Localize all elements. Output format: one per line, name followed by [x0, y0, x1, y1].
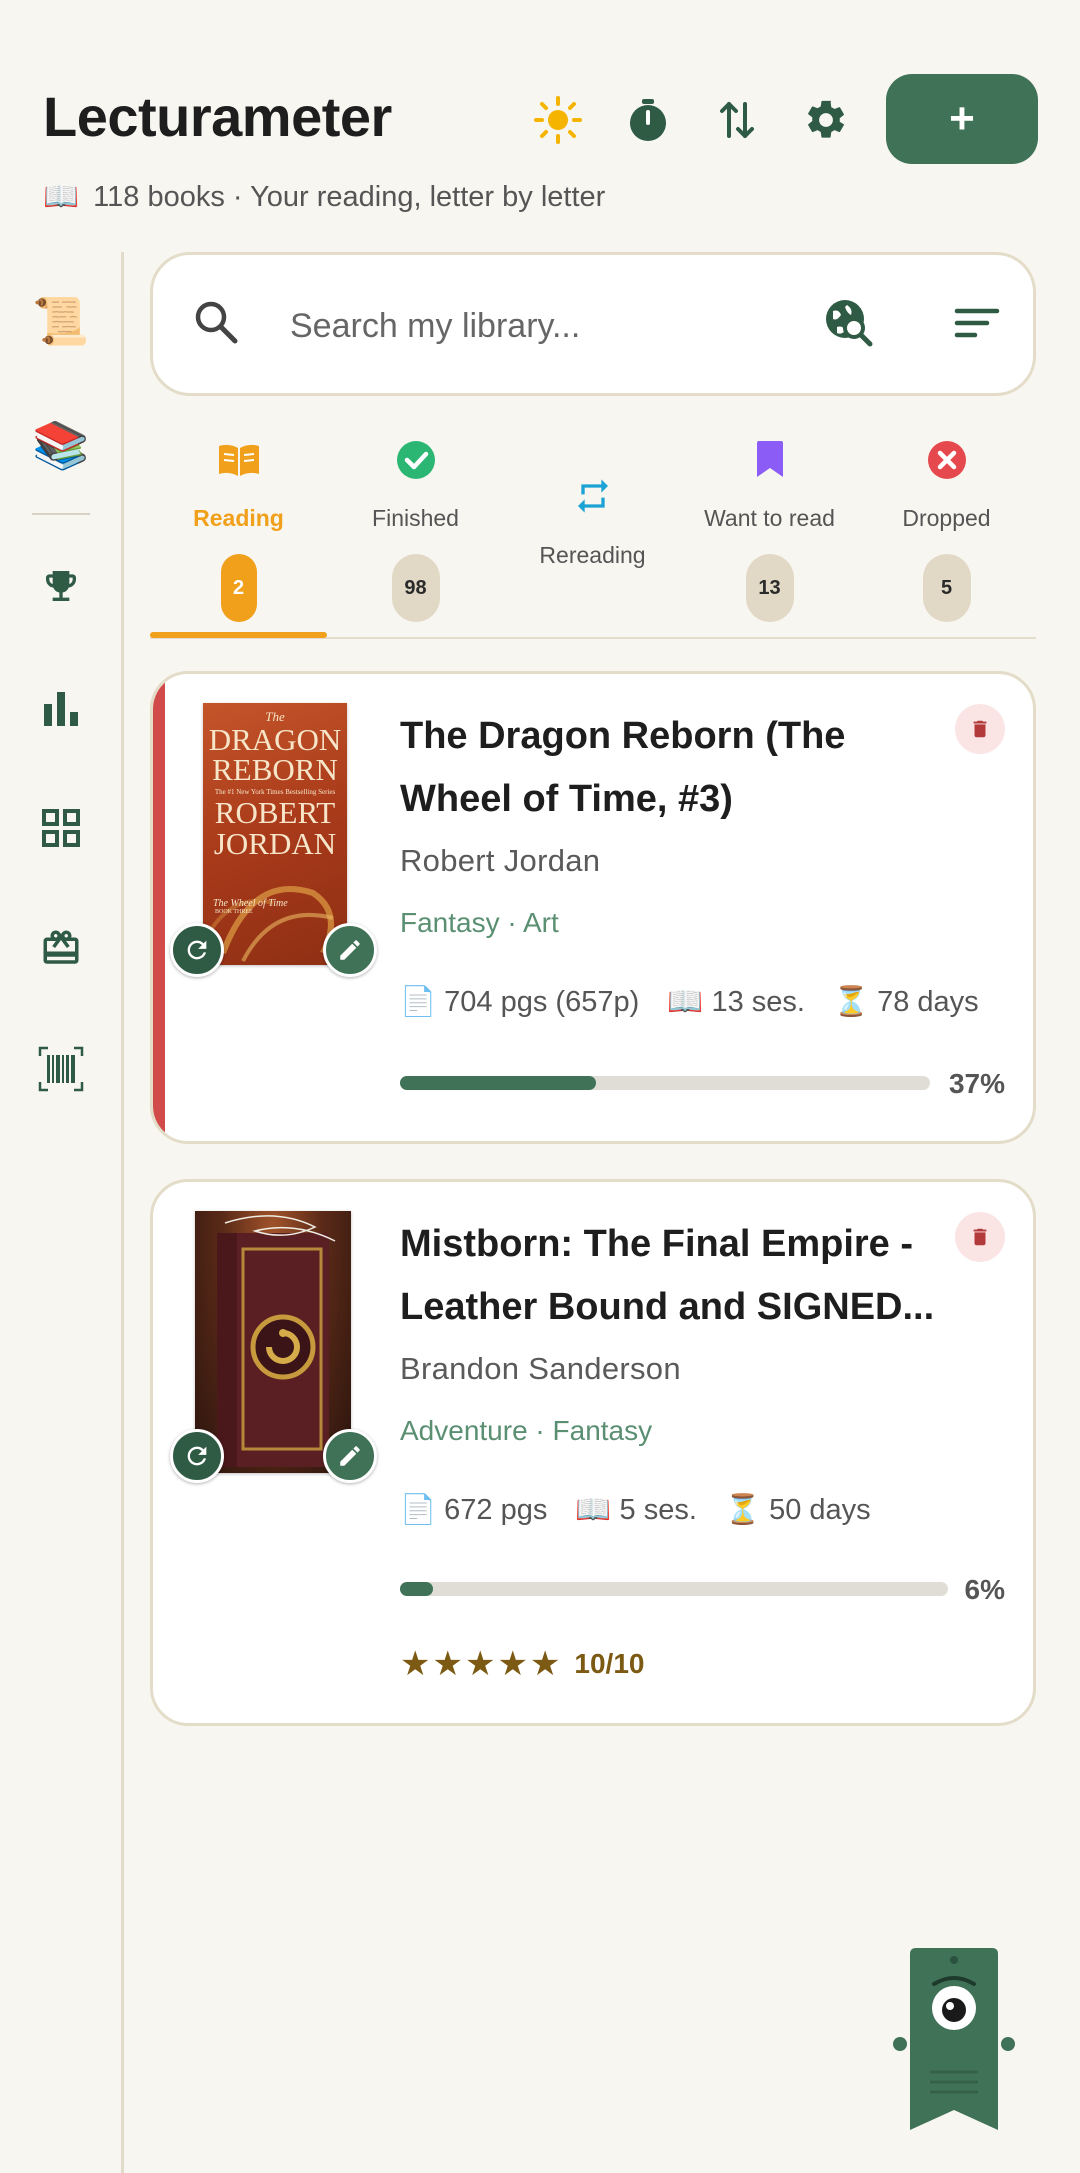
- tab-reading-count: 2: [220, 554, 257, 622]
- sessions-stat: 📖 13 ses.: [667, 986, 805, 1018]
- book-title: Mistborn: The Final Empire - Leather Bou…: [400, 1213, 940, 1339]
- rating-score: 10/10: [574, 1648, 645, 1679]
- sessions-value: 5 ses.: [619, 1494, 697, 1526]
- progress-percent: 6%: [964, 1574, 1005, 1605]
- reading-accent-bar: [153, 674, 165, 1141]
- theme-sun-icon[interactable]: [530, 92, 586, 148]
- book-cover[interactable]: [195, 1211, 351, 1473]
- tab-rereading-label: Rereading: [539, 542, 646, 568]
- sessions-value: 13 ses.: [711, 986, 805, 1018]
- sidebar-divider: [121, 252, 124, 2173]
- cancel-circle-icon: [927, 440, 967, 485]
- search-icon: [193, 299, 239, 350]
- tab-finished[interactable]: Finished 98: [327, 420, 504, 640]
- scroll-icon[interactable]: 📜: [30, 290, 92, 352]
- gift-icon[interactable]: [30, 917, 92, 979]
- tab-want-to-read[interactable]: Want to read 13: [681, 420, 858, 640]
- tab-dropped-label: Dropped: [902, 505, 991, 531]
- filter-list-icon[interactable]: [953, 299, 1001, 352]
- tab-dropped[interactable]: Dropped 5: [858, 420, 1035, 640]
- sort-arrows-icon[interactable]: [709, 92, 765, 148]
- book-title-line: Wheel of Time, #3): [400, 778, 733, 820]
- books-icon[interactable]: 📚: [30, 414, 92, 476]
- tab-want-to-read-count: 13: [745, 554, 794, 622]
- book-title-line: Leather Bound and SIGNED...: [400, 1286, 935, 1328]
- open-book-icon: [216, 442, 262, 485]
- pages-stat: 📄 672 pgs: [400, 1494, 548, 1526]
- pages-stat: 📄 704 pgs (657p): [400, 986, 640, 1018]
- star-rating: ★★★★★: [400, 1645, 563, 1683]
- bookmark-mascot[interactable]: [892, 1944, 1016, 2134]
- book-card[interactable]: Mistborn: The Final Empire - Leather Bou…: [150, 1179, 1036, 1726]
- settings-gear-icon[interactable]: [798, 92, 854, 148]
- search-input[interactable]: Search my library...: [290, 307, 580, 346]
- cover-text: DRAGON: [208, 722, 342, 757]
- progress-percent: 37%: [948, 1068, 1005, 1099]
- sidebar-separator: [32, 513, 90, 515]
- book-genres: Adventure · Fantasy: [400, 1415, 653, 1446]
- open-book-icon: 📖: [43, 181, 80, 213]
- add-book-button[interactable]: +: [886, 74, 1038, 164]
- cover-text: JORDAN: [213, 826, 337, 861]
- days-stat: ⏳ 50 days: [724, 1494, 871, 1526]
- trophy-icon[interactable]: [30, 555, 92, 617]
- barcode-icon[interactable]: [30, 1038, 92, 1100]
- tab-dropped-count: 5: [922, 554, 971, 622]
- days-stat: ⏳ 78 days: [832, 986, 979, 1018]
- book-author: Brandon Sanderson: [400, 1351, 681, 1386]
- reread-button[interactable]: [170, 923, 224, 977]
- delete-button[interactable]: [955, 1212, 1005, 1262]
- edit-button[interactable]: [323, 1429, 377, 1483]
- book-stats: 📄 704 pgs (657p) 📖 13 ses. ⏳ 78 days: [400, 985, 979, 1019]
- reread-button[interactable]: [170, 1429, 224, 1483]
- bookmark-icon: [754, 440, 786, 483]
- tab-want-to-read-label: Want to read: [704, 505, 835, 531]
- cover-text: The Wheel of Time: [213, 898, 288, 909]
- tab-reading-label: Reading: [193, 505, 284, 531]
- status-tabs: Reading 2 Finished 98 Rereading Want to …: [150, 420, 1036, 640]
- library-summary-text: 118 books · Your reading, letter by lett…: [93, 181, 606, 213]
- pages-value: 704 pgs (657p): [444, 986, 640, 1018]
- days-value: 50 days: [769, 1494, 871, 1526]
- book-title: The Dragon Reborn (The Wheel of Time, #3…: [400, 705, 940, 831]
- cover-text: REBORN: [212, 752, 338, 787]
- app-header: Lecturameter + 📖 118 books · Your readin…: [0, 0, 1080, 240]
- progress-bar: [400, 1076, 930, 1090]
- cover-text: BOOK THREE: [215, 909, 253, 915]
- book-cover[interactable]: The DRAGON REBORN The #1 New York Times …: [203, 703, 347, 965]
- global-search-icon[interactable]: [823, 297, 875, 354]
- book-card[interactable]: The DRAGON REBORN The #1 New York Times …: [150, 671, 1036, 1144]
- book-title-line: Mistborn: The Final Empire -: [400, 1223, 914, 1265]
- tab-finished-count: 98: [391, 554, 440, 622]
- search-bar[interactable]: Search my library...: [150, 252, 1036, 396]
- timer-icon[interactable]: [620, 92, 676, 148]
- progress-fill: [400, 1582, 433, 1596]
- tab-reading[interactable]: Reading 2: [150, 420, 327, 640]
- active-tab-indicator: [150, 632, 327, 638]
- check-circle-icon: [396, 440, 436, 485]
- edit-button[interactable]: [323, 923, 377, 977]
- tab-rereading[interactable]: Rereading: [504, 420, 681, 640]
- delete-button[interactable]: [955, 704, 1005, 754]
- book-author: Robert Jordan: [400, 843, 601, 878]
- grid-icon[interactable]: [30, 797, 92, 859]
- book-title-line: The Dragon Reborn (The: [400, 715, 846, 757]
- pages-value: 672 pgs: [444, 1494, 548, 1526]
- app-title: Lecturameter: [43, 85, 392, 148]
- book-genres: Fantasy · Art: [400, 907, 559, 938]
- library-summary: 📖 118 books · Your reading, letter by le…: [43, 180, 605, 214]
- rating: ★★★★★ 10/10: [400, 1644, 644, 1684]
- days-value: 78 days: [877, 986, 979, 1018]
- chart-icon[interactable]: [30, 677, 92, 739]
- sessions-stat: 📖 5 ses.: [575, 1494, 697, 1526]
- progress-bar: [400, 1582, 948, 1596]
- tab-finished-label: Finished: [372, 505, 459, 531]
- book-stats: 📄 672 pgs 📖 5 ses. ⏳ 50 days: [400, 1493, 871, 1527]
- repeat-icon: [573, 476, 613, 521]
- progress-fill: [400, 1076, 597, 1090]
- cover-text: ROBERT: [214, 795, 336, 830]
